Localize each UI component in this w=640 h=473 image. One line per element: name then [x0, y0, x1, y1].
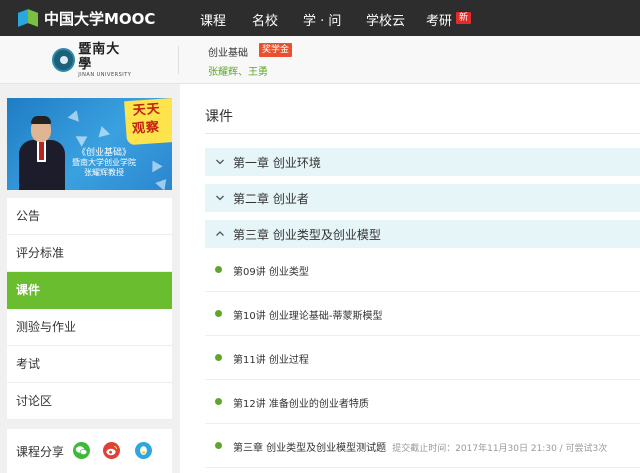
- banner-caption: 《创业基础》 暨南大学创业学院 张耀辉教授: [72, 148, 136, 177]
- share-label: 课程分享: [16, 445, 65, 459]
- header-divider: [178, 46, 179, 74]
- course-teachers[interactable]: 张耀辉、王勇: [208, 63, 268, 78]
- menu-item-announcements[interactable]: 公告: [7, 198, 172, 235]
- quiz-label: 第三章 创业类型及创业模型测试题: [233, 443, 387, 454]
- menu-item-grading[interactable]: 评分标准: [7, 235, 172, 272]
- nav-school-cloud[interactable]: 学校云: [366, 10, 405, 29]
- chapter-2[interactable]: 第二章 创业者: [205, 184, 640, 212]
- nav-xuewen[interactable]: 学 · 问: [303, 10, 341, 29]
- lesson-status-dot: [215, 266, 222, 273]
- scholarship-badge[interactable]: 奖学金: [259, 43, 293, 57]
- menu-item-exam[interactable]: 考试: [7, 346, 172, 383]
- chevron-down-icon: [215, 157, 225, 167]
- school-name-cn: 暨南大學: [78, 41, 121, 72]
- lesson-status-dot: [215, 310, 222, 317]
- nav-kaoyan[interactable]: 考研: [426, 10, 452, 29]
- school-name-en: JINAN UNIVERSITY: [78, 71, 132, 78]
- sidebar: 天 天 观 察 《创业基础》 暨南大学创业学院 张耀辉教授 公告 评分标准 课件…: [0, 84, 180, 473]
- course-menu: 公告 评分标准 课件 测验与作业 考试 讨论区: [7, 198, 172, 420]
- new-badge: 新: [456, 12, 472, 24]
- chapter-label: 第三章 创业类型及创业模型: [233, 228, 381, 242]
- course-header: 暨南大學 JINAN UNIVERSITY 创业基础 奖学金 张耀辉、王勇: [0, 36, 640, 84]
- school-logo[interactable]: 暨南大學 JINAN UNIVERSITY: [52, 41, 132, 78]
- page-title: 课件: [205, 109, 233, 125]
- banner-title: 天 天 观 察: [124, 98, 172, 146]
- lesson-label: 第11讲 创业过程: [233, 355, 309, 366]
- weibo-icon[interactable]: [103, 442, 120, 459]
- lesson-item[interactable]: 第09讲 创业类型: [205, 248, 640, 292]
- mooc-logo[interactable]: 中国大学MOOC: [18, 7, 155, 29]
- menu-item-forum[interactable]: 讨论区: [7, 383, 172, 420]
- course-banner-image: 天 天 观 察 《创业基础》 暨南大学创业学院 张耀辉教授: [7, 98, 172, 190]
- course-share: 课程分享: [7, 429, 172, 473]
- lesson-item[interactable]: 第12讲 准备创业的创业者特质: [205, 380, 640, 424]
- lesson-status-dot: [215, 442, 222, 449]
- chevron-down-icon: [215, 193, 225, 203]
- main-content: 课件 第一章 创业环境 第二章 创业者 第三章 创业类型及创业模型 第09讲 创…: [180, 84, 640, 473]
- chapter-1[interactable]: 第一章 创业环境: [205, 148, 640, 176]
- title-divider: [205, 133, 640, 134]
- chapter-label: 第一章 创业环境: [233, 156, 321, 170]
- chapter-label: 第二章 创业者: [233, 192, 309, 206]
- menu-item-quizzes[interactable]: 测验与作业: [7, 309, 172, 346]
- mooc-logo-text: 中国大学MOOC: [44, 9, 156, 28]
- lesson-label: 第10讲 创业理论基础-蒂蒙斯模型: [233, 311, 383, 322]
- quiz-deadline: 提交截止时间：2017年11月30日 21:30 / 可尝试3次: [392, 444, 608, 454]
- chapter-3[interactable]: 第三章 创业类型及创业模型: [205, 220, 640, 248]
- top-navbar: 中国大学MOOC 课程 名校 学 · 问 学校云 考研 新: [0, 0, 640, 36]
- lesson-item[interactable]: 第11讲 创业过程: [205, 336, 640, 380]
- wechat-icon[interactable]: [73, 442, 90, 459]
- menu-item-courseware[interactable]: 课件: [7, 272, 172, 309]
- lesson-item[interactable]: 第10讲 创业理论基础-蒂蒙斯模型: [205, 292, 640, 336]
- course-title: 创业基础: [208, 48, 248, 59]
- lesson-status-dot: [215, 354, 222, 361]
- professor-portrait: [19, 116, 65, 190]
- school-seal-icon: [52, 48, 76, 72]
- nav-courses[interactable]: 课程: [200, 10, 226, 29]
- lesson-label: 第12讲 准备创业的创业者特质: [233, 399, 369, 410]
- quiz-item[interactable]: 第三章 创业类型及创业模型测试题 提交截止时间：2017年11月30日 21:30…: [205, 424, 640, 468]
- nav-schools[interactable]: 名校: [252, 10, 278, 29]
- qq-icon[interactable]: [135, 442, 152, 459]
- chevron-up-icon: [215, 229, 225, 239]
- lesson-label: 第09讲 创业类型: [233, 267, 309, 278]
- lesson-status-dot: [215, 398, 222, 405]
- mooc-logo-icon: [18, 9, 40, 27]
